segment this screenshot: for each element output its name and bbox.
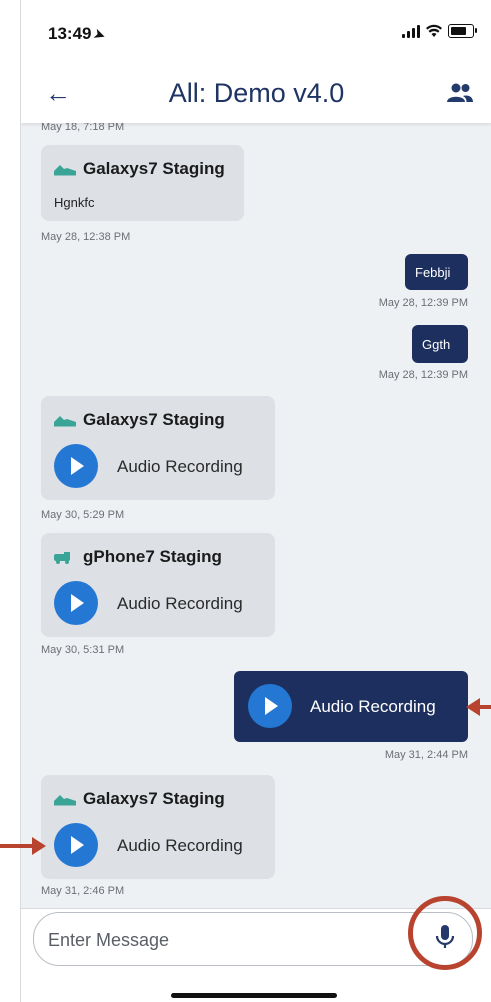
- sender-name-text: Galaxys7 Staging: [83, 410, 225, 429]
- sender-name: Galaxys7 Staging: [53, 159, 225, 179]
- message-timestamp: May 31, 2:44 PM: [384, 749, 468, 761]
- group-icon[interactable]: [446, 82, 474, 104]
- status-icons: [402, 24, 477, 38]
- battery-icon: [448, 24, 477, 38]
- location-arrow-icon: ➤: [92, 25, 108, 44]
- status-time-text: 13:49: [48, 24, 92, 43]
- annotation-arrow-icon: [466, 698, 491, 716]
- page-title: All: Demo v4.0: [168, 78, 345, 108]
- message-input[interactable]: Enter Message: [33, 912, 473, 966]
- home-indicator: [171, 993, 337, 998]
- status-time: 13:49➤: [48, 24, 108, 44]
- message-timestamp: May 28, 12:39 PM: [378, 297, 468, 309]
- app-bar: ← All: Demo v4.0: [21, 66, 491, 123]
- message-timestamp: May 30, 5:29 PM: [41, 509, 125, 521]
- incoming-message: Galaxys7 Staging Hgnkfc: [41, 145, 244, 221]
- audio-label: Audio Recording: [117, 594, 243, 613]
- car-icon: [54, 795, 76, 806]
- message-list[interactable]: May 18, 7:18 PM Galaxys7 Staging Hgnkfc …: [21, 123, 491, 908]
- audio-label: Audio Recording: [310, 697, 436, 716]
- message-timestamp: May 18, 7:18 PM: [41, 123, 125, 133]
- play-icon[interactable]: [54, 444, 98, 488]
- sender-name: Galaxys7 Staging: [53, 410, 225, 430]
- message-text: Febbji: [415, 265, 451, 280]
- annotation-arrow-icon: [0, 837, 46, 855]
- signal-icon: [402, 24, 420, 38]
- phone-screen: 13:49➤ ← All: Demo v4.0 May 18, 7:18 PM: [20, 0, 491, 1002]
- sender-name-text: Galaxys7 Staging: [83, 789, 225, 808]
- message-timestamp: May 28, 12:39 PM: [378, 369, 468, 381]
- wifi-icon: [426, 24, 442, 37]
- message-timestamp: May 30, 5:31 PM: [41, 644, 125, 656]
- incoming-audio-message: Galaxys7 Staging Audio Recording: [41, 396, 275, 500]
- play-icon[interactable]: [54, 581, 98, 625]
- incoming-audio-message: gPhone7 Staging Audio Recording: [41, 533, 275, 637]
- highlight-circle: [408, 896, 482, 970]
- car-icon: [54, 552, 70, 564]
- play-icon[interactable]: [54, 823, 98, 867]
- sender-name-text: gPhone7 Staging: [83, 547, 222, 566]
- play-icon[interactable]: [248, 684, 292, 728]
- incoming-audio-message: Galaxys7 Staging Audio Recording: [41, 775, 275, 879]
- message-text: Hgnkfc: [54, 195, 95, 210]
- message-timestamp: May 28, 12:38 PM: [41, 231, 131, 243]
- audio-label: Audio Recording: [117, 457, 243, 476]
- outgoing-message: Ggth: [412, 325, 468, 363]
- message-text: Ggth: [422, 337, 451, 352]
- message-timestamp: May 31, 2:46 PM: [41, 885, 125, 897]
- sender-name: Galaxys7 Staging: [53, 789, 225, 809]
- sender-name-text: Galaxys7 Staging: [83, 159, 225, 178]
- message-input-placeholder: Enter Message: [48, 930, 170, 950]
- outgoing-message: Febbji: [405, 254, 468, 290]
- car-icon: [54, 416, 76, 427]
- outgoing-audio-message: Audio Recording: [234, 671, 468, 742]
- sender-name: gPhone7 Staging: [53, 547, 222, 567]
- car-icon: [54, 165, 76, 176]
- status-bar: 13:49➤: [21, 0, 491, 66]
- audio-label: Audio Recording: [117, 836, 243, 855]
